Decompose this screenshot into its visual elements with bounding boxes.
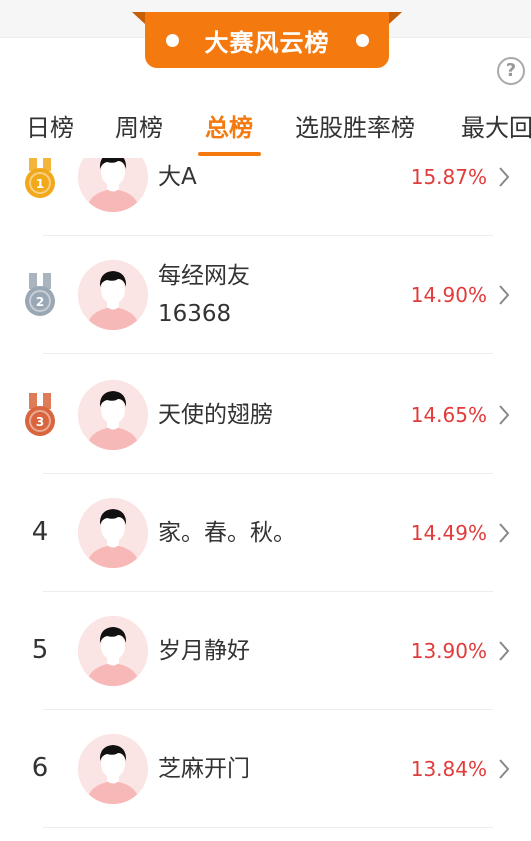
username: 岁月静好 (158, 638, 250, 664)
username: 16368 (158, 301, 232, 327)
medal-rank-text: 3 (36, 415, 44, 429)
silver-medal-icon: 2 (22, 273, 58, 319)
row-divider (43, 827, 493, 828)
tab-win-rate[interactable]: 选股胜率榜 (295, 108, 415, 143)
avatar (78, 260, 148, 330)
medal-rank-text: 1 (36, 177, 44, 191)
chevron-right-icon[interactable] (497, 404, 511, 426)
return-percent: 14.49% (410, 521, 487, 545)
chevron-right-icon[interactable] (497, 758, 511, 780)
row-divider (43, 353, 493, 354)
return-percent: 13.84% (410, 757, 487, 781)
return-percent: 13.90% (410, 639, 487, 663)
username: 大A (158, 164, 197, 190)
leaderboard-banner: 大赛风云榜 (145, 12, 389, 68)
avatar (78, 158, 148, 212)
rank-number: 4 (31, 517, 49, 547)
username: 芝麻开门 (158, 756, 250, 782)
banner-fold-left (132, 12, 145, 24)
username: 每经网友 (158, 263, 250, 289)
avatar (78, 734, 148, 804)
ranking-tabs: 日榜 周榜 总榜 选股胜率榜 最大回 (0, 100, 531, 158)
avatar (78, 380, 148, 450)
banner-dot-right (355, 33, 369, 47)
tab-weekly[interactable]: 周榜 (115, 108, 163, 143)
return-percent: 14.65% (410, 403, 487, 427)
tab-max-drawdown[interactable]: 最大回 (461, 108, 531, 143)
list-item[interactable]: 2 每经网友 16368 14.90% (0, 236, 531, 354)
return-percent: 14.90% (410, 283, 487, 307)
active-tab-underline (198, 152, 261, 156)
bronze-medal-icon: 3 (22, 393, 58, 439)
list-item[interactable]: 6 芝麻开门 13.84% (0, 710, 531, 828)
tab-overall[interactable]: 总榜 (205, 108, 253, 143)
tab-daily[interactable]: 日榜 (26, 108, 74, 143)
chevron-right-icon[interactable] (497, 166, 511, 188)
banner-fold-right (389, 12, 402, 24)
banner-dot-left (165, 33, 179, 47)
gold-medal-icon: 1 (22, 158, 58, 201)
rank-number: 6 (31, 753, 49, 783)
chevron-right-icon[interactable] (497, 284, 511, 306)
return-percent: 15.87% (410, 165, 487, 189)
list-item[interactable]: 1 大A 15.87% (0, 158, 531, 236)
help-icon[interactable]: ? (497, 57, 525, 85)
chevron-right-icon[interactable] (497, 522, 511, 544)
list-item[interactable]: 4 家。春。秋。 14.49% (0, 474, 531, 592)
chevron-right-icon[interactable] (497, 640, 511, 662)
avatar (78, 616, 148, 686)
list-item[interactable]: 3 天使的翅膀 14.65% (0, 356, 531, 474)
medal-rank-text: 2 (36, 295, 44, 309)
username: 天使的翅膀 (158, 402, 273, 428)
username: 家。春。秋。 (158, 520, 296, 546)
leaderboard-list: 1 大A 15.87% 2 每经网友 16368 14.90% 3 天使的翅膀 14.65% 4 家。… (0, 158, 531, 841)
avatar (78, 498, 148, 568)
list-item[interactable]: 5 岁月静好 13.90% (0, 592, 531, 710)
banner-title: 大赛风云榜 (204, 28, 330, 57)
rank-number: 5 (31, 635, 49, 665)
